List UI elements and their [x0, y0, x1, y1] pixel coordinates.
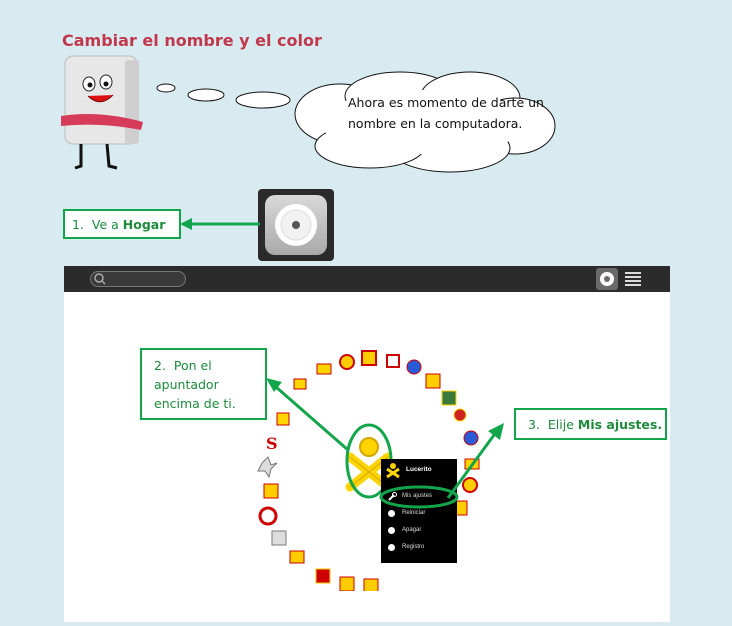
- step-3-text: Elije: [547, 417, 578, 432]
- step-3-bold: Mis ajustes.: [577, 417, 663, 432]
- step-3-callout: 3. Elije Mis ajustes.: [514, 408, 667, 440]
- step-2-callout: 2. Pon el apuntador encima de ti.: [140, 348, 267, 420]
- step-arrows: [266, 378, 504, 499]
- step-3-number: 3.: [528, 417, 540, 432]
- step-2-number: 2.: [154, 358, 166, 373]
- step-2-text: Pon el apuntador encima de ti.: [154, 358, 236, 411]
